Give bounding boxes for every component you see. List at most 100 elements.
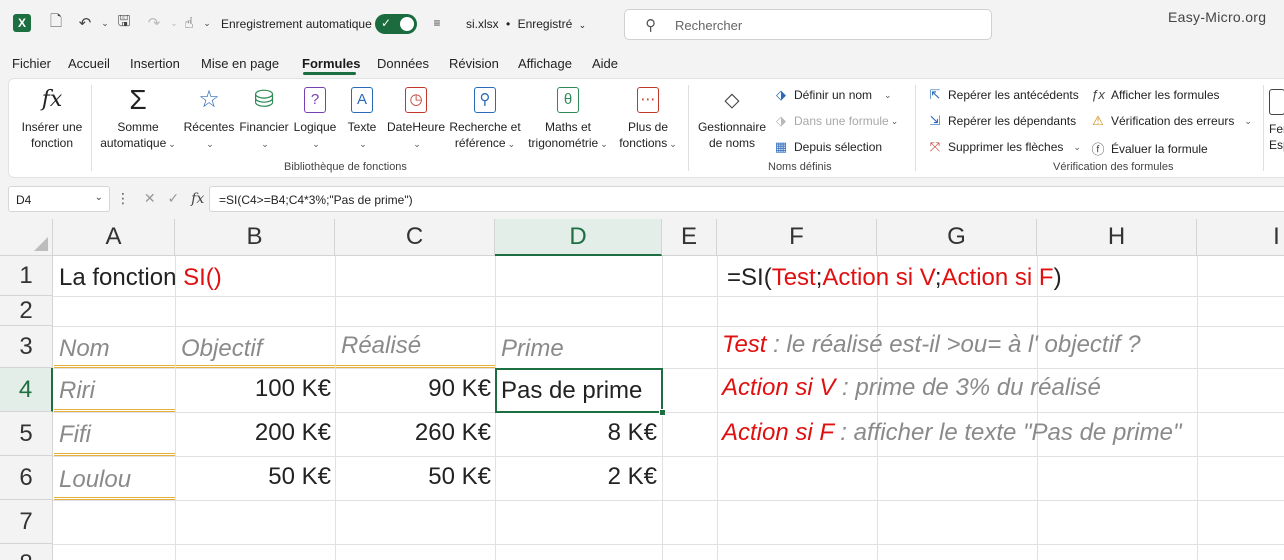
excel-logo-icon[interactable]: X [13,14,31,32]
logical-functions-button[interactable]: ? Logique ⌄ [290,85,340,152]
cell-c4[interactable]: 90 K€ [335,375,491,403]
row-header-8[interactable]: 8 [0,544,53,560]
column-header-g[interactable]: G [877,219,1037,256]
cell-b6[interactable]: 50 K€ [175,463,331,491]
save-icon[interactable]: 🖫 [115,13,133,32]
calculation-window-button[interactable]: Fer Esp [1269,89,1284,153]
tab-fichier[interactable]: Fichier [12,56,51,71]
touch-mode-icon[interactable]: ☝ [180,14,198,32]
use-in-formula-button[interactable]: ⬗ Dans une formule ⌄ [773,113,898,129]
undo-icon[interactable]: ↶ [76,14,94,32]
evaluate-formula-button[interactable]: ⓕ Évaluer la formule [1090,139,1208,158]
cell-b4[interactable]: 100 K€ [175,375,331,403]
double-border [54,497,175,500]
trace-precedents-icon: ⇱ [929,87,941,102]
tab-revision[interactable]: Révision [449,56,499,71]
tab-accueil[interactable]: Accueil [68,56,110,71]
math-trig-label-2: trigonométrie [528,136,599,150]
cell-a4[interactable]: Riri [59,377,95,405]
row-header-1[interactable]: 1 [0,256,53,296]
fill-handle[interactable] [659,409,666,416]
redo-icon[interactable]: ↷ [145,14,163,32]
row-header-3[interactable]: 3 [0,326,53,368]
quick-access-dropdown-icon[interactable]: ≡ [428,14,446,32]
cell-c3[interactable]: Réalisé [341,332,421,360]
tab-mise-en-page[interactable]: Mise en page [201,56,279,71]
insert-function-button[interactable]: fx Insérer une fonction [15,85,89,151]
column-header-f[interactable]: F [717,219,877,256]
cell-a5[interactable]: Fifi [59,421,91,449]
row-header-6[interactable]: 6 [0,456,53,500]
recent-functions-button[interactable]: ☆ Récentes ⌄ [181,85,237,152]
column-header-e[interactable]: E [662,219,717,256]
row-header-5[interactable]: 5 [0,412,53,456]
create-from-selection-label: Depuis sélection [794,140,883,154]
error-checking-button[interactable]: ⚠ Vérification des erreurs ⌄ [1090,113,1252,129]
tab-formules[interactable]: Formules [302,56,361,71]
math-trig-functions-button[interactable]: θ Maths et trigonométrie ⌄ [523,85,613,152]
question-book-icon: ? [304,87,326,113]
trace-dependents-button[interactable]: ⇲ Repérer les dépendants [927,113,1077,129]
cell-f5[interactable]: Action si F : afficher le texte "Pas de … [722,419,1181,447]
tab-donnees[interactable]: Données [377,56,429,71]
cell-c6[interactable]: 50 K€ [335,463,491,491]
cell-f1[interactable]: =SI(Test;Action si V;Action si F) [727,264,1062,292]
column-header-a[interactable]: A [53,219,175,256]
confirm-icon[interactable]: ✓ [168,190,180,206]
text-functions-button[interactable]: A Texte ⌄ [340,85,384,152]
trace-precedents-button[interactable]: ⇱ Repérer les antécédents [927,87,1079,103]
column-header-d[interactable]: D [495,219,662,256]
tab-affichage[interactable]: Affichage [518,56,572,71]
cell-a6[interactable]: Loulou [59,466,131,494]
cancel-icon[interactable]: ✕ [144,190,156,206]
touch-dropdown-chevron-icon[interactable]: ⌄ [198,14,216,32]
column-header-c[interactable]: C [335,219,495,256]
file-name-text: si.xlsx [466,17,499,31]
cell-f4[interactable]: Action si V : prime de 3% du réalisé [722,374,1101,402]
table-grid-icon: ▦ [774,139,788,154]
cell-d5[interactable]: 8 K€ [495,419,657,447]
select-all-corner[interactable] [0,219,53,256]
cell-c5[interactable]: 260 K€ [335,419,491,447]
datetime-functions-button[interactable]: ◷ DateHeure ⌄ [384,85,448,152]
autosave-toggle[interactable]: ✓ [375,14,417,34]
file-page-icon[interactable]: 🗋 [47,13,65,32]
autosave-label: Enregistrement automatique [221,17,372,31]
evaluate-formula-label: Évaluer la formule [1111,141,1208,156]
excel-window: X 🗋 ↶ ⌄ 🖫 ↷ ⌄ ☝ ⌄ Enregistrement automat… [0,0,1284,560]
name-box[interactable]: D4 ⌄ [8,186,110,212]
more-functions-button[interactable]: ⋯ Plus de fonctions ⌄ [613,85,683,152]
more-options-icon[interactable]: ⋮ [116,190,130,206]
column-header-b[interactable]: B [175,219,335,256]
financial-functions-button[interactable]: ⛁ Financier ⌄ [236,85,292,152]
define-name-button[interactable]: ⬗ Définir un nom ⌄ [773,87,892,103]
cell-f3[interactable]: Test : le réalisé est-il >ou= à l' objec… [722,331,1141,359]
cell-a3[interactable]: Nom [59,335,110,363]
insert-function-icon[interactable]: fx [191,191,204,207]
show-formulas-button[interactable]: ƒx Afficher les formules [1090,87,1219,102]
search-input[interactable]: ⚲ Rechercher [624,9,992,40]
file-name[interactable]: si.xlsx • Enregistré ⌄ [466,17,586,31]
column-header-h[interactable]: H [1037,219,1197,256]
cell-d6[interactable]: 2 K€ [495,463,657,491]
tab-aide[interactable]: Aide [592,56,618,71]
tab-insertion[interactable]: Insertion [130,56,180,71]
row-header-4[interactable]: 4 [0,368,53,412]
more-functions-label-2: fonctions [619,136,668,150]
brand-label: Easy-Micro.org [1168,9,1267,25]
autosum-button[interactable]: Σ Somme automatique ⌄ [95,85,181,152]
formula-input[interactable]: =SI(C4>=B4;C4*3%;"Pas de prime") [209,186,1284,212]
cell-a1[interactable]: La fonction SI() [59,264,222,292]
lookup-functions-button[interactable]: ⚲ Recherche et référence ⌄ [447,85,523,152]
name-manager-button[interactable]: ⬦ Gestionnaire de noms [693,85,771,151]
more-functions-label-1: Plus de [627,120,669,134]
undo-dropdown-chevron-icon[interactable]: ⌄ [96,14,114,32]
row-header-7[interactable]: 7 [0,500,53,544]
row-header-2[interactable]: 2 [0,296,53,326]
cell-d3[interactable]: Prime [501,335,564,363]
cell-b3[interactable]: Objectif [181,335,262,363]
remove-arrows-button[interactable]: ⤧ Supprimer les flèches ⌄ [927,139,1081,155]
create-from-selection-button[interactable]: ▦ Depuis sélection [773,139,882,155]
column-header-i[interactable]: I [1197,219,1284,256]
cell-b5[interactable]: 200 K€ [175,419,331,447]
